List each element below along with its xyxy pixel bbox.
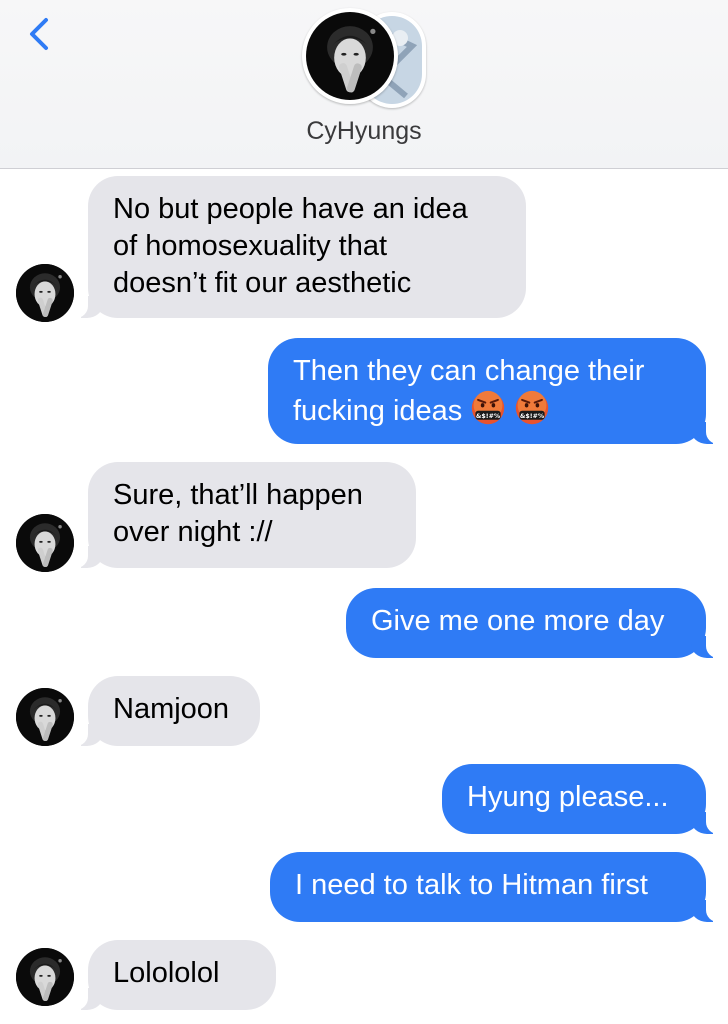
incoming-message[interactable]: Lolololol: [66, 940, 276, 1010]
chevron-left-icon: [30, 18, 48, 50]
outgoing-message[interactable]: Hyung please...: [442, 764, 728, 834]
incoming-message[interactable]: Namjoon: [66, 676, 260, 746]
sender-avatar[interactable]: [16, 264, 74, 322]
sender-avatar[interactable]: [16, 948, 74, 1006]
outgoing-message[interactable]: Then they can change their fucking ideas: [268, 338, 728, 444]
face-with-symbols-on-mouth-icon: [470, 390, 506, 426]
incoming-message[interactable]: Sure, that’ll happen over night ://: [66, 462, 416, 568]
incoming-message[interactable]: No but people have an idea of homosexual…: [66, 176, 526, 318]
conversation-header: CyHyungs: [0, 0, 728, 169]
outgoing-message[interactable]: Give me one more day: [346, 588, 728, 658]
contact-name[interactable]: CyHyungs: [0, 117, 728, 146]
outgoing-message[interactable]: I need to talk to Hitman first: [270, 852, 728, 922]
message-thread[interactable]: No but people have an idea of homosexual…: [0, 168, 728, 1024]
sender-avatar[interactable]: [16, 688, 74, 746]
member-avatar-primary: [302, 8, 398, 104]
sender-avatar[interactable]: [16, 514, 74, 572]
back-button[interactable]: [22, 12, 56, 56]
face-with-symbols-on-mouth-icon: [514, 390, 550, 426]
group-avatar[interactable]: [302, 8, 432, 112]
message-text: Then they can change their fucking ideas: [293, 355, 645, 427]
